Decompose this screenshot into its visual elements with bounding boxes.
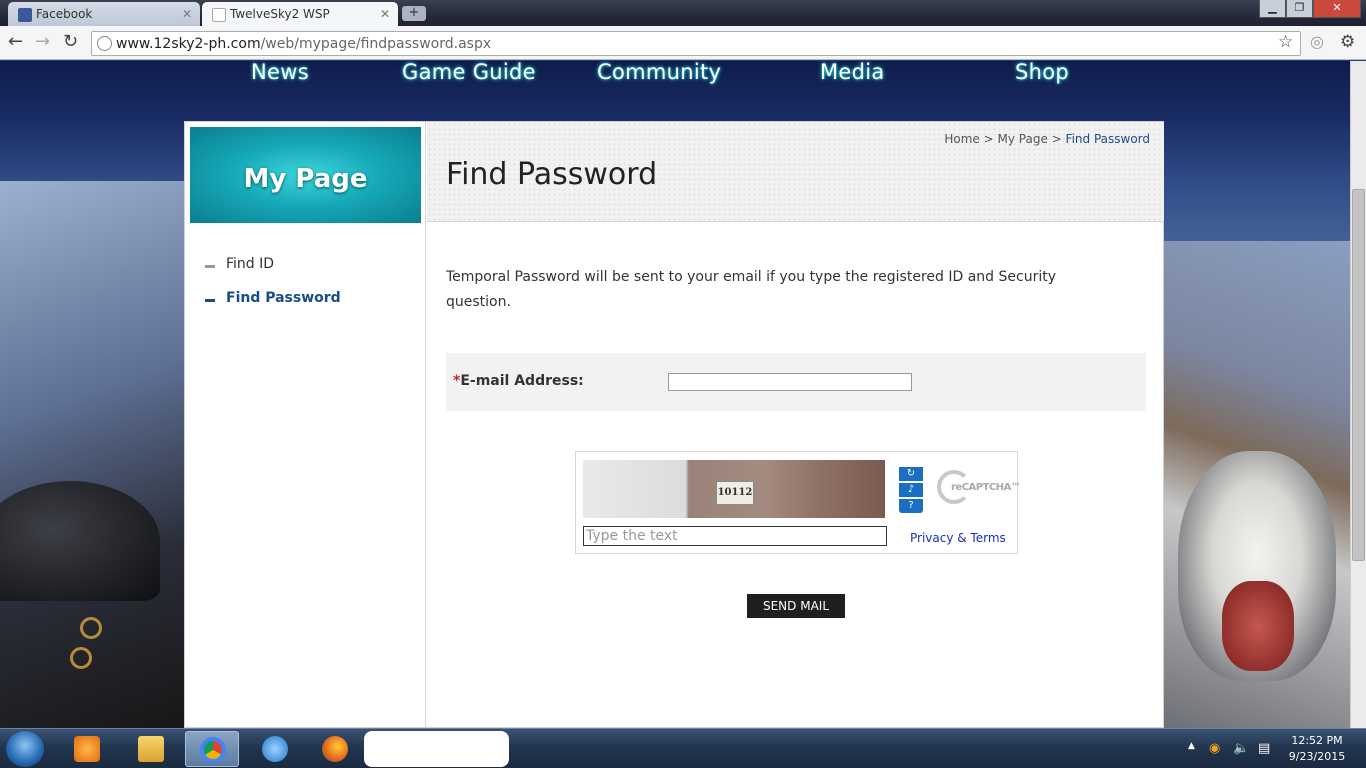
earring-art: [80, 617, 102, 639]
forward-arrow-icon[interactable]: →: [35, 33, 50, 51]
breadcrumb-separator: >: [1051, 132, 1062, 146]
breadcrumb-current: Find Password: [1065, 132, 1150, 146]
nav-shop[interactable]: Shop: [1015, 61, 1069, 84]
page-favicon-icon: [212, 8, 226, 22]
tray-expand-icon[interactable]: ▲: [1188, 741, 1195, 751]
sidebar: My Page Find ID Find Password: [185, 122, 426, 728]
breadcrumb-separator: >: [983, 132, 994, 146]
sidebar-item-label: Find Password: [226, 290, 341, 306]
address-bar[interactable]: www.12sky2-ph.com/web/mypage/findpasswor…: [91, 31, 1301, 56]
tab-title: TwelveSky2 WSP: [230, 7, 330, 21]
intro-text: Temporal Password will be sent to your e…: [446, 269, 1056, 310]
chrome-icon: [200, 737, 226, 763]
folder-icon: [138, 736, 164, 762]
email-form-row: *E-mail Address:: [446, 353, 1146, 411]
new-tab-button[interactable]: +: [402, 6, 426, 21]
facebook-favicon-icon: [18, 8, 32, 22]
maximize-button[interactable]: ❐: [1286, 0, 1313, 18]
wrench-menu-icon[interactable]: ⚙: [1340, 33, 1355, 51]
content-container: My Page Find ID Find Password Home > My …: [184, 121, 1164, 728]
media-player-icon: [74, 736, 100, 762]
taskbar-firefox[interactable]: [308, 731, 362, 767]
start-button[interactable]: [6, 731, 44, 767]
scrollbar-thumb[interactable]: [1352, 189, 1365, 561]
tab-facebook[interactable]: Facebook ✕: [8, 2, 200, 26]
reload-icon[interactable]: ↻: [63, 33, 78, 51]
breadcrumb-my-page[interactable]: My Page: [998, 132, 1048, 146]
firefox-icon: [322, 736, 348, 762]
url-host: www.12sky2-ph.com: [116, 36, 261, 52]
breadcrumb-home[interactable]: Home: [944, 132, 979, 146]
earring-art: [70, 647, 92, 669]
tab-close-icon[interactable]: ✕: [380, 7, 390, 21]
sidebar-item-find-password[interactable]: Find Password: [205, 290, 341, 306]
network-icon[interactable]: ▤: [1258, 741, 1270, 756]
nav-media[interactable]: Media: [820, 61, 885, 84]
recaptcha-widget: 10112 ↻ ♪ ? reCAPTCHA™ Privacy & Terms: [575, 451, 1021, 554]
tray-clock[interactable]: 12:52 PM 9/23/2015: [1284, 733, 1350, 765]
extension-icon[interactable]: ◎: [1310, 33, 1324, 51]
nav-community[interactable]: Community: [597, 61, 721, 84]
captcha-input[interactable]: [583, 526, 887, 546]
privacy-terms-link[interactable]: Privacy & Terms: [910, 531, 1006, 545]
tab-twelvesky[interactable]: TwelveSky2 WSP ✕: [202, 2, 398, 26]
taskbar: ▲ ◉ 🔈 ▤ 12:52 PM 9/23/2015: [0, 728, 1366, 768]
browser-tabstrip: Facebook ✕ TwelveSky2 WSP ✕ + ▁ ❐ ✕: [0, 0, 1366, 26]
captcha-image-text: 10112: [716, 481, 754, 505]
globe-icon: [97, 36, 112, 51]
nav-game-guide[interactable]: Game Guide: [402, 61, 536, 84]
url-path: /web/mypage/findpassword.aspx: [260, 36, 492, 52]
my-page-banner: My Page: [190, 127, 421, 223]
taskbar-media-player[interactable]: [60, 731, 114, 767]
taskbar-internet-explorer[interactable]: [248, 731, 302, 767]
dash-bullet-icon: [205, 265, 215, 268]
taskbar-explorer[interactable]: [124, 731, 178, 767]
page-scrollbar[interactable]: [1350, 61, 1366, 728]
dash-bullet-icon: [205, 299, 215, 302]
sidebar-item-label: Find ID: [226, 256, 275, 272]
taskbar-chrome[interactable]: [185, 731, 239, 767]
help-icon[interactable]: ?: [899, 499, 923, 513]
taskbar-redacted-area: [364, 731, 509, 767]
recaptcha-logo: reCAPTCHA™: [937, 470, 1021, 506]
email-label-text: E-mail Address:: [460, 373, 584, 389]
page-title: Find Password: [446, 157, 658, 192]
tiger-mouth-art: [1222, 581, 1294, 671]
send-mail-button[interactable]: SEND MAIL: [747, 594, 845, 618]
recaptcha-logo-text: reCAPTCHA™: [951, 482, 1021, 493]
tray-app-icon[interactable]: ◉: [1209, 741, 1220, 756]
internet-explorer-icon: [262, 736, 288, 762]
nav-news[interactable]: News: [251, 61, 309, 84]
clock-date: 9/23/2015: [1288, 750, 1346, 763]
refresh-icon[interactable]: ↻: [899, 467, 923, 481]
volume-icon[interactable]: 🔈: [1233, 741, 1249, 756]
site-nav: News Game Guide Community Media Shop: [0, 61, 1350, 91]
breadcrumb: Home > My Page > Find Password: [944, 132, 1150, 146]
close-window-button[interactable]: ✕: [1313, 0, 1361, 18]
audio-icon[interactable]: ♪: [899, 483, 923, 497]
back-arrow-icon[interactable]: ←: [8, 33, 23, 51]
tab-close-icon[interactable]: ✕: [182, 7, 192, 21]
background-art-left: [0, 181, 184, 728]
sidebar-item-find-id[interactable]: Find ID: [205, 256, 274, 272]
clock-time: 12:52 PM: [1291, 734, 1343, 747]
captcha-image: 10112: [583, 460, 885, 518]
content-header: Home > My Page > Find Password Find Pass…: [427, 122, 1164, 222]
tab-title: Facebook: [36, 7, 93, 21]
email-label: *E-mail Address:: [453, 373, 584, 389]
email-field[interactable]: [668, 373, 912, 391]
bookmark-star-icon[interactable]: ☆: [1278, 33, 1293, 51]
minimize-button[interactable]: ▁: [1259, 0, 1286, 18]
page-viewport: News Game Guide Community Media Shop My …: [0, 61, 1350, 728]
main-content: Home > My Page > Find Password Find Pass…: [427, 122, 1164, 728]
browser-toolbar: ← → ↻ www.12sky2-ph.com/web/mypage/findp…: [0, 26, 1366, 60]
